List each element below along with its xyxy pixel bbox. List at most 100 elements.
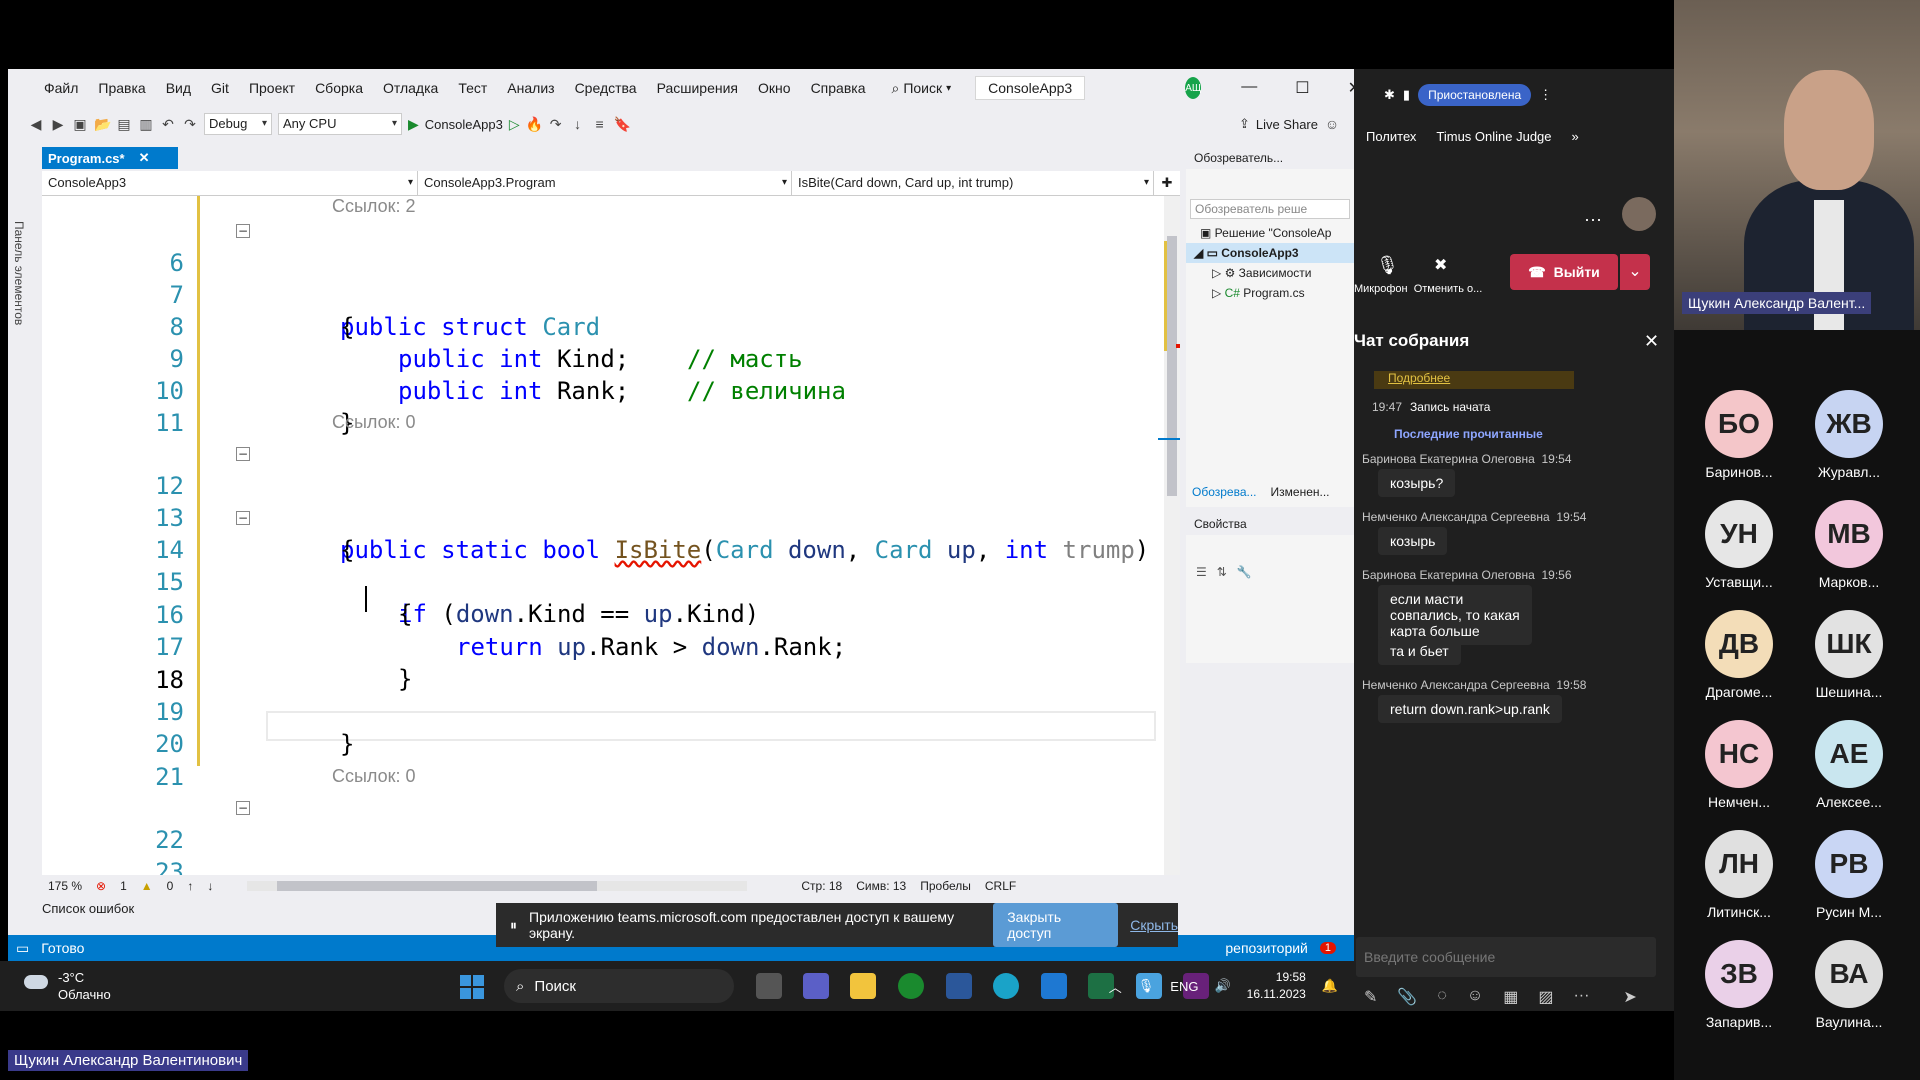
close-icon[interactable]: ✕ [139, 150, 150, 166]
error-icon[interactable]: ⊗ [96, 879, 106, 893]
tree-program-cs[interactable]: ▷ C# Program.cs [1186, 283, 1354, 303]
menu-project[interactable]: Проект [239, 80, 305, 96]
step-into-icon[interactable]: ↓ [570, 116, 586, 132]
collapse-icon[interactable]: − [236, 511, 250, 525]
class-dropdown[interactable]: ConsoleApp3.Program [418, 171, 792, 195]
tab-git-changes[interactable]: Изменен... [1271, 485, 1330, 507]
redo-icon[interactable]: ↷ [182, 116, 198, 132]
hot-reload-icon[interactable]: 🔥 [526, 116, 543, 132]
error-list-tab[interactable]: Список ошибок [42, 901, 134, 916]
menu-analyze[interactable]: Анализ [497, 80, 564, 96]
participant-tile[interactable]: ВА Ваулина... [1794, 940, 1904, 1030]
platform-select[interactable]: Any CPU [278, 113, 402, 135]
chevron-right-icon[interactable]: ▷ [1212, 266, 1225, 280]
menu-window[interactable]: Окно [748, 80, 801, 96]
edge-icon[interactable] [993, 973, 1019, 999]
leave-button[interactable]: ☎ Выйти [1510, 254, 1618, 290]
solution-search-input[interactable]: Обозреватель реше [1190, 199, 1350, 219]
chevron-up-icon[interactable]: ︿ [1109, 977, 1122, 996]
tree-project[interactable]: ◢ ▭ ConsoleApp3 [1186, 243, 1354, 263]
participant-tile[interactable]: ЛН Литинск... [1684, 830, 1794, 920]
toolbox-strip[interactable]: Панель элементов [8, 141, 34, 961]
arrow-up-icon[interactable]: ↑ [187, 879, 193, 893]
forward-icon[interactable]: ▶ [50, 116, 66, 132]
bookmark-timus[interactable]: Timus Online Judge [1436, 129, 1551, 144]
attach-icon[interactable]: 📎 [1397, 987, 1417, 1007]
notification-badge[interactable]: 1 [1319, 942, 1336, 954]
collapse-icon[interactable]: − [236, 447, 250, 461]
menu-extensions[interactable]: Расширения [647, 80, 748, 96]
emoji-icon[interactable]: ☺ [1467, 987, 1483, 1007]
scrollbar-thumb[interactable] [277, 881, 598, 891]
codelens-references[interactable]: Ссылок: 2 [332, 196, 416, 217]
user-avatar[interactable]: АЩ [1185, 77, 1202, 99]
microphone-icon[interactable]: 🎙 [1376, 255, 1399, 276]
word-icon[interactable] [946, 973, 972, 999]
open-folder-icon[interactable]: 📂 [94, 116, 111, 132]
codelens-references[interactable]: Ссылок: 0 [332, 412, 416, 433]
chat-message-input[interactable]: Введите сообщение [1356, 937, 1656, 977]
mail-icon[interactable] [1041, 973, 1067, 999]
arrow-down-icon[interactable]: ↓ [207, 879, 213, 893]
live-share-button[interactable]: Live Share [1256, 117, 1318, 132]
stop-share-icon[interactable]: ✖ [1434, 255, 1447, 275]
save-icon[interactable]: ▤ [116, 116, 132, 132]
collapse-icon[interactable]: − [236, 801, 250, 815]
teams-icon[interactable] [803, 973, 829, 999]
chrome-icon[interactable] [898, 973, 924, 999]
start-debug-icon[interactable]: ▶ [408, 116, 419, 133]
notifications-icon[interactable]: 🔔 [1322, 978, 1338, 994]
more-icon[interactable]: ⋮ [1539, 87, 1552, 103]
feedback-icon[interactable]: ☺ [1324, 116, 1340, 132]
indent-indicator[interactable]: Пробелы [920, 879, 971, 893]
menu-build[interactable]: Сборка [305, 80, 373, 96]
minimize-icon[interactable]: — [1241, 78, 1257, 98]
project-dropdown[interactable]: ConsoleApp3 [42, 171, 418, 195]
more-options-icon[interactable]: ··· [1584, 209, 1602, 230]
back-icon[interactable]: ◀ [28, 116, 44, 132]
participant-tile[interactable]: БО Баринов... [1684, 390, 1794, 480]
sticker-icon[interactable]: ▨ [1538, 987, 1553, 1007]
new-project-icon[interactable]: ▣ [72, 116, 88, 132]
bookmark-politech[interactable]: Политех [1366, 129, 1416, 144]
menu-view[interactable]: Вид [156, 80, 201, 96]
participant-tile[interactable]: ЖВ Журавл... [1794, 390, 1904, 480]
scrollbar-thumb[interactable] [1167, 236, 1177, 496]
collapse-icon[interactable]: − [236, 224, 250, 238]
comment-icon[interactable]: ≡ [592, 116, 608, 132]
send-icon[interactable]: ➤ [1623, 987, 1636, 1007]
clock[interactable]: 19:58 16.11.2023 [1247, 969, 1306, 1003]
tab-program-cs[interactable]: Program.cs* ✕ [42, 147, 178, 169]
alphabetical-icon[interactable]: ⇅ [1217, 565, 1227, 579]
error-count[interactable]: 1 [120, 879, 127, 893]
expand-icon[interactable]: ◢ [1194, 246, 1207, 260]
line-indicator[interactable]: Стр: 18 [801, 879, 842, 893]
undo-icon[interactable]: ↶ [160, 116, 176, 132]
chevron-right-icon[interactable]: ▷ [1212, 286, 1225, 300]
menu-debug[interactable]: Отладка [373, 80, 448, 96]
configuration-select[interactable]: Debug [204, 113, 272, 135]
participant-tile[interactable]: НС Немчен... [1684, 720, 1794, 810]
repo-button[interactable]: репозиторий [1225, 940, 1308, 956]
more-icon[interactable]: ··· [1573, 987, 1589, 1007]
extensions-icon[interactable]: ✱ [1384, 87, 1395, 103]
participant-tile[interactable]: РВ Русин М... [1794, 830, 1904, 920]
editor-horizontal-scrollbar[interactable] [247, 881, 748, 891]
warning-icon[interactable]: ▲ [141, 879, 153, 893]
menu-tools[interactable]: Средства [565, 80, 647, 96]
run-target[interactable]: ConsoleApp3 [425, 117, 503, 132]
file-explorer-icon[interactable] [850, 973, 876, 999]
bookmark-icon[interactable]: 🔖 [614, 116, 631, 132]
participant-tile[interactable]: АЕ Алексее... [1794, 720, 1904, 810]
stop-sharing-button[interactable]: Закрыть доступ [993, 903, 1119, 947]
participant-tile[interactable]: УН Уставщи... [1684, 500, 1794, 590]
gif-icon[interactable]: ▦ [1503, 987, 1518, 1007]
details-link[interactable]: Подробнее [1374, 371, 1574, 389]
tab-solution-explorer[interactable]: Обозрева... [1192, 485, 1257, 507]
menu-git[interactable]: Git [201, 80, 239, 96]
volume-icon[interactable]: 🔊 [1214, 978, 1230, 994]
chevron-right-icon[interactable]: » [1572, 129, 1579, 144]
close-icon[interactable]: ✕ [1644, 331, 1659, 352]
eol-indicator[interactable]: CRLF [985, 879, 1016, 893]
save-all-icon[interactable]: ▥ [138, 116, 154, 132]
